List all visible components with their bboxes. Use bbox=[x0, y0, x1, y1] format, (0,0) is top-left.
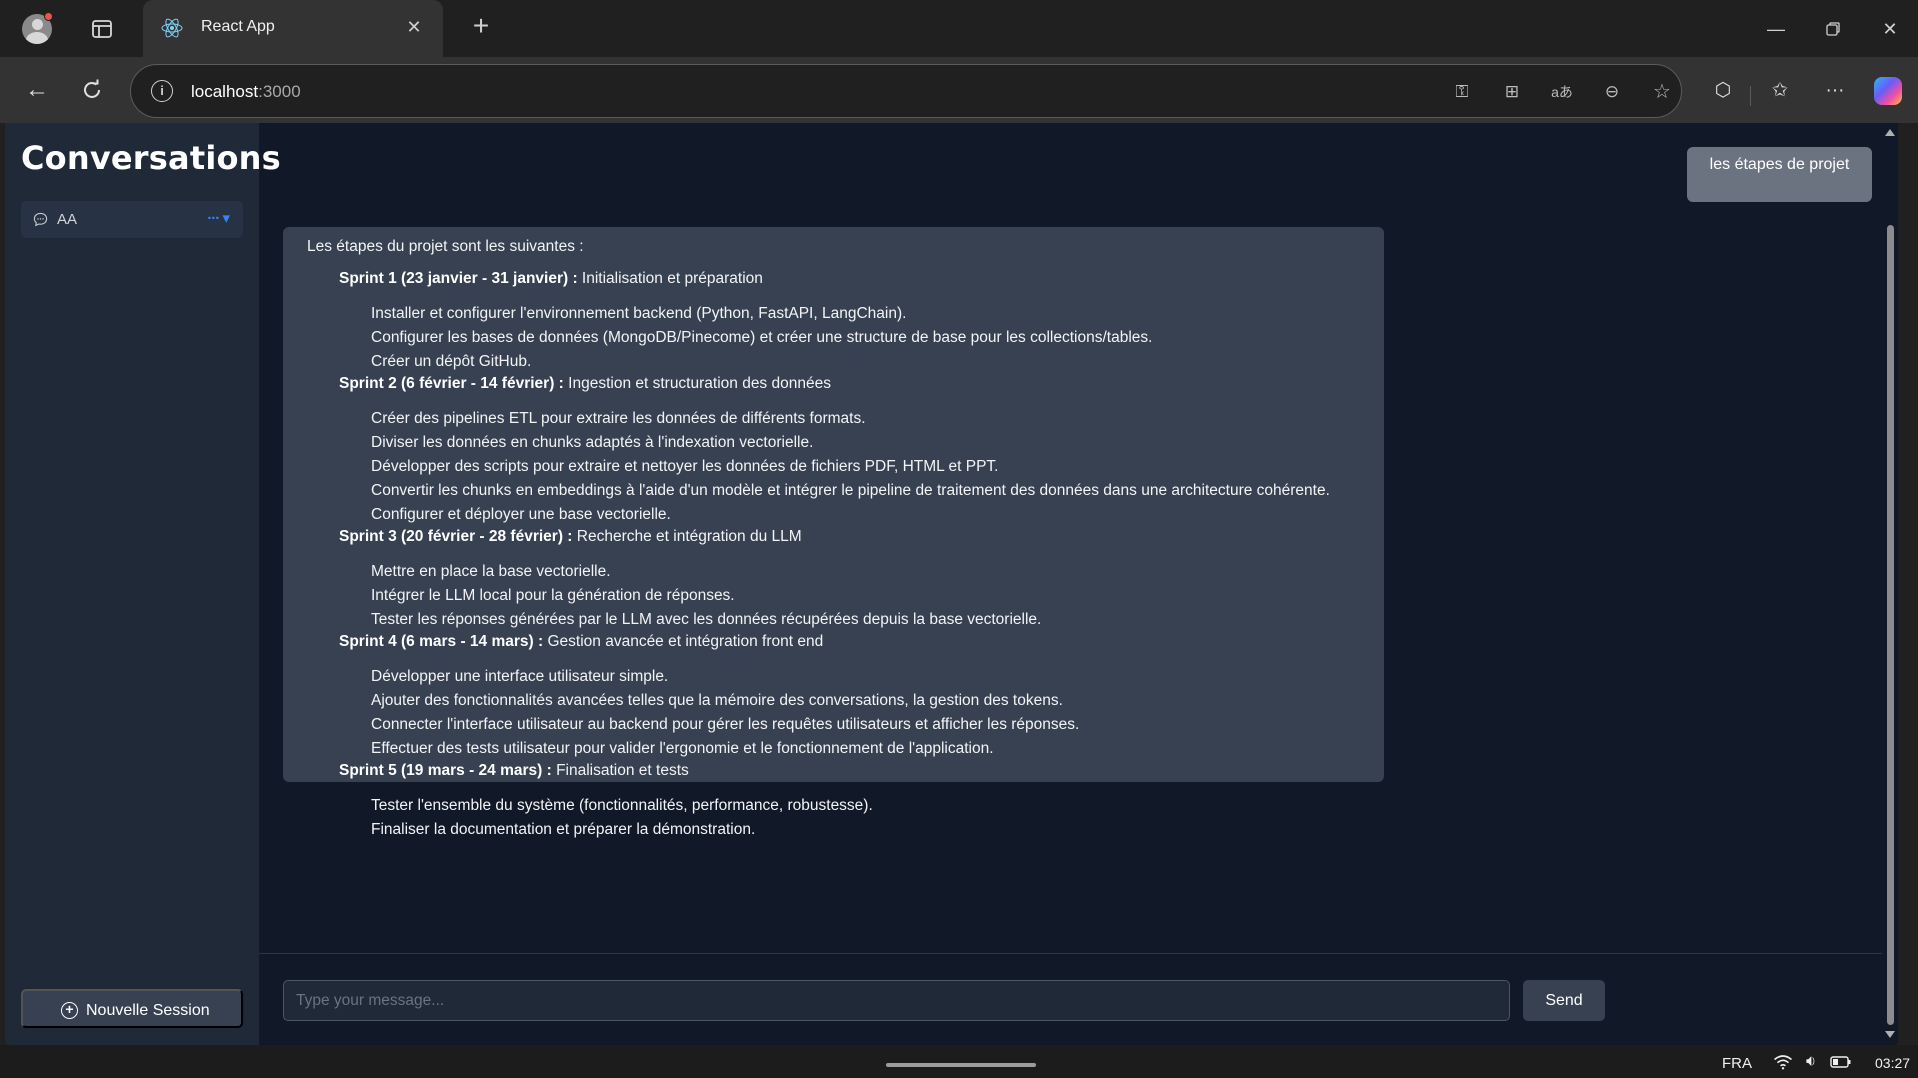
close-window-icon[interactable]: ✕ bbox=[1876, 15, 1904, 43]
sprint-task-list: Créer des pipelines ETL pour extraire le… bbox=[371, 407, 1360, 527]
key-icon[interactable]: ⚿ bbox=[1451, 81, 1473, 103]
sprint-task-item: Convertir les chunks en embeddings à l'a… bbox=[371, 482, 1330, 499]
toolbar-separator bbox=[1750, 86, 1751, 106]
new-session-button[interactable]: + Nouvelle Session bbox=[21, 989, 243, 1028]
user-message-bubble: les étapes de projet bbox=[1687, 147, 1872, 202]
os-taskbar: FRA 🔉︎ 03:27 bbox=[0, 1045, 1918, 1078]
sprint-title: Sprint 5 (19 mars - 24 mars) : bbox=[339, 762, 552, 779]
home-indicator[interactable] bbox=[886, 1063, 1036, 1067]
sprint-heading: Sprint 2 (6 février - 14 février) : Inge… bbox=[339, 374, 1360, 394]
input-language[interactable]: FRA bbox=[1722, 1055, 1752, 1072]
sprint-task-item: Créer un dépôt GitHub. bbox=[371, 353, 532, 370]
sprint-subtitle: Ingestion et structuration des données bbox=[563, 375, 831, 392]
sprint-heading: Sprint 1 (23 janvier - 31 janvier) : Ini… bbox=[339, 269, 1360, 289]
sidebar: Conversations AA ··· ▾ + Nouvelle Sessio… bbox=[5, 123, 281, 1045]
app-install-icon[interactable]: ⊞ bbox=[1501, 81, 1523, 103]
back-arrow-icon[interactable]: ← bbox=[22, 75, 52, 105]
page-viewport: Conversations AA ··· ▾ + Nouvelle Sessio… bbox=[5, 123, 1898, 1045]
translate-icon[interactable]: aあ bbox=[1551, 81, 1573, 103]
new-tab-icon[interactable]: + bbox=[466, 11, 496, 41]
sprint-heading: Sprint 3 (20 février - 28 février) : Rec… bbox=[339, 527, 1360, 547]
sprint-title: Sprint 4 (6 mars - 14 mars) : bbox=[339, 633, 544, 650]
chat-bubble-icon bbox=[33, 212, 48, 227]
conversation-menu-icon[interactable]: ··· ▾ bbox=[207, 209, 230, 227]
sprint-task-item: Ajouter des fonctionnalités avancées tel… bbox=[371, 692, 1063, 709]
sprint-task-item: Mettre en place la base vectorielle. bbox=[371, 563, 611, 580]
sprint-title: Sprint 3 (20 février - 28 février) : bbox=[339, 528, 573, 545]
scrollbar[interactable] bbox=[1882, 123, 1898, 1045]
clock-time[interactable]: 03:27 bbox=[1875, 1055, 1910, 1071]
sprint-task-item: Développer des scripts pour extraire et … bbox=[371, 458, 999, 475]
scroll-up-arrow-icon[interactable] bbox=[1885, 129, 1895, 136]
send-button[interactable]: Send bbox=[1523, 980, 1605, 1021]
restore-window-icon[interactable] bbox=[1819, 15, 1847, 43]
sprint-task-item: Connecter l'interface utilisateur au bac… bbox=[371, 716, 1080, 733]
sprint-title: Sprint 1 (23 janvier - 31 janvier) : bbox=[339, 270, 578, 287]
assistant-message-bubble: Les étapes du projet sont les suivantes … bbox=[283, 227, 1384, 838]
zoom-out-icon[interactable]: ⊖ bbox=[1601, 81, 1623, 103]
more-menu-icon[interactable]: ··· bbox=[1822, 78, 1848, 104]
sprint-task-item: Configurer les bases de données (MongoDB… bbox=[371, 329, 1153, 346]
conversation-label: AA bbox=[57, 211, 78, 228]
volume-icon[interactable]: 🔉︎ bbox=[1800, 1052, 1822, 1072]
sprint-heading: Sprint 5 (19 mars - 24 mars) : Finalisat… bbox=[339, 761, 1360, 781]
scrollbar-thumb[interactable] bbox=[1887, 225, 1894, 1025]
sprint-subtitle: Gestion avancée et intégration front end bbox=[543, 633, 824, 650]
sprint-task-item: Développer une interface utilisateur sim… bbox=[371, 668, 669, 685]
extensions-icon[interactable]: ⬡ bbox=[1710, 78, 1736, 104]
browser-toolbar: ← i localhost:3000 ⚿ ⊞ aあ ⊖ ☆ ⬡ ✩ ··· bbox=[0, 57, 1918, 123]
refresh-icon[interactable] bbox=[77, 75, 107, 105]
sprint-task-list: Développer une interface utilisateur sim… bbox=[371, 665, 1360, 761]
sprint-subtitle: Recherche et intégration du LLM bbox=[572, 528, 802, 545]
sprint-task-list: Tester l'ensemble du système (fonctionna… bbox=[371, 794, 1360, 842]
plus-circle-icon: + bbox=[61, 1002, 78, 1019]
copilot-icon[interactable] bbox=[1874, 77, 1902, 105]
react-logo-icon bbox=[161, 17, 183, 39]
profile-notification-dot bbox=[44, 12, 53, 21]
address-url[interactable]: localhost:3000 bbox=[191, 82, 301, 102]
sprint-title: Sprint 2 (6 février - 14 février) : bbox=[339, 375, 564, 392]
browser-tab-bar: React App ✕ + — ✕ bbox=[0, 0, 1918, 57]
wifi-icon[interactable] bbox=[1772, 1052, 1794, 1072]
address-bar[interactable]: i localhost:3000 ⚿ ⊞ aあ ⊖ ☆ bbox=[130, 64, 1682, 118]
sidebar-title: Conversations bbox=[21, 139, 281, 177]
assistant-intro: Les étapes du projet sont les suivantes … bbox=[307, 238, 584, 255]
sprint-task-item: Tester les réponses générées par le LLM … bbox=[371, 611, 1042, 628]
url-host: localhost bbox=[191, 82, 259, 101]
sprint-task-item: Créer des pipelines ETL pour extraire le… bbox=[371, 410, 866, 427]
sprint-task-item: Configurer et déployer une base vectorie… bbox=[371, 506, 671, 523]
favorites-icon[interactable]: ✩ bbox=[1767, 78, 1793, 104]
new-session-label: Nouvelle Session bbox=[86, 1002, 210, 1019]
tab-close-icon[interactable]: ✕ bbox=[403, 16, 425, 38]
conversation-item[interactable]: AA ··· ▾ bbox=[21, 201, 243, 238]
sprint-heading: Sprint 4 (6 mars - 14 mars) : Gestion av… bbox=[339, 632, 1360, 652]
site-info-icon[interactable]: i bbox=[151, 80, 173, 102]
sprint-task-item: Finaliser la documentation et préparer l… bbox=[371, 821, 756, 838]
scroll-down-arrow-icon[interactable] bbox=[1885, 1031, 1895, 1038]
sprint-task-item: Diviser les données en chunks adaptés à … bbox=[371, 434, 814, 451]
sprint-subtitle: Finalisation et tests bbox=[551, 762, 689, 779]
url-port: :3000 bbox=[258, 82, 301, 101]
sprint-task-item: Intégrer le LLM local pour la génération… bbox=[371, 587, 735, 604]
sprint-task-list: Installer et configurer l'environnement … bbox=[371, 302, 1360, 374]
browser-tab-react-app[interactable]: React App ✕ bbox=[143, 0, 443, 57]
favorite-star-icon[interactable]: ☆ bbox=[1651, 81, 1673, 103]
user-message-text: les étapes de projet bbox=[1709, 156, 1850, 173]
sprint-task-list: Mettre en place la base vectorielle. Inté… bbox=[371, 560, 1360, 632]
message-input[interactable] bbox=[283, 980, 1510, 1021]
sprint-task-item: Effectuer des tests utilisateur pour val… bbox=[371, 740, 994, 757]
tab-actions-icon[interactable] bbox=[90, 17, 114, 41]
composer-divider bbox=[259, 953, 1898, 954]
sprint-subtitle: Initialisation et préparation bbox=[577, 270, 763, 287]
sprint-task-item: Installer et configurer l'environnement … bbox=[371, 305, 907, 322]
tab-title: React App bbox=[201, 18, 275, 35]
sprint-task-item: Tester l'ensemble du système (fonctionna… bbox=[371, 797, 873, 814]
minimize-window-icon[interactable]: — bbox=[1762, 15, 1790, 43]
battery-icon[interactable] bbox=[1830, 1052, 1852, 1072]
